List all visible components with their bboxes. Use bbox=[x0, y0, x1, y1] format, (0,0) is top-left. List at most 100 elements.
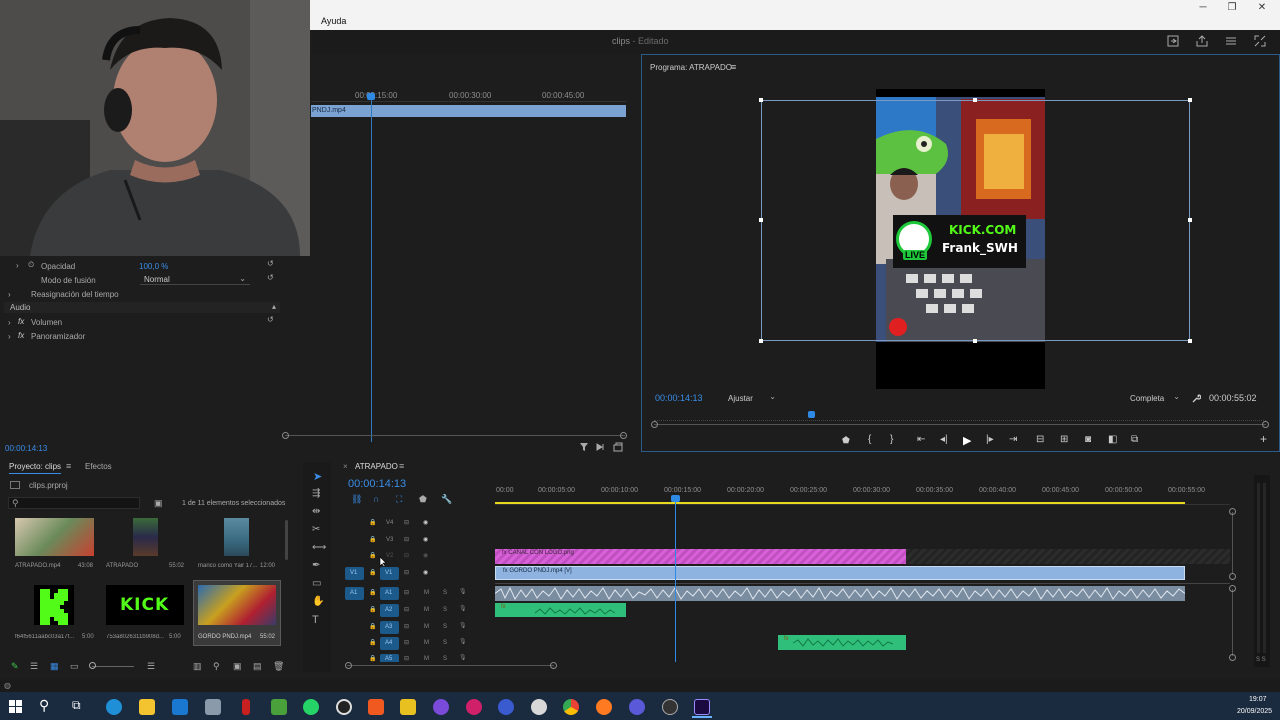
pen-tool-icon[interactable]: ✒ bbox=[312, 560, 320, 571]
solo-button[interactable]: S bbox=[443, 640, 447, 646]
track-target-v1[interactable]: V1 bbox=[380, 567, 399, 580]
solo-button[interactable]: S bbox=[443, 590, 447, 596]
app-white-icon[interactable] bbox=[531, 699, 547, 715]
track-label[interactable]: V4 bbox=[386, 520, 393, 526]
sync-lock-icon[interactable]: ⊟ bbox=[404, 589, 409, 596]
mute-button[interactable]: M bbox=[424, 624, 429, 630]
opacity-value[interactable]: 100,0 % bbox=[139, 262, 168, 271]
chrome-icon[interactable] bbox=[563, 699, 579, 715]
minimize-icon[interactable]: ─ bbox=[1193, 2, 1213, 13]
scroll-handle[interactable] bbox=[1262, 421, 1269, 428]
track-target-a2[interactable]: A2 bbox=[380, 604, 399, 617]
store-icon[interactable] bbox=[205, 699, 221, 715]
whatsapp-icon[interactable] bbox=[303, 699, 319, 715]
transform-handle[interactable] bbox=[759, 339, 763, 343]
automate-icon[interactable]: ▥ bbox=[193, 661, 202, 672]
mute-button[interactable]: M bbox=[424, 656, 429, 662]
play-only-audio-icon[interactable] bbox=[596, 442, 606, 452]
expand-arrow-icon[interactable]: › bbox=[16, 261, 19, 270]
source-patch-a1[interactable]: A1 bbox=[345, 587, 364, 600]
thumbnail-kick-wordmark[interactable]: KICK bbox=[106, 585, 184, 625]
thumbnail-gordo-pndj[interactable] bbox=[198, 585, 276, 625]
import-icon[interactable] bbox=[1167, 35, 1179, 47]
project-search-input[interactable]: ⚲ bbox=[8, 497, 140, 509]
program-timecode[interactable]: 00:00:14:13 bbox=[655, 393, 703, 403]
scroll-handle[interactable] bbox=[345, 662, 352, 669]
eye-icon[interactable]: ◉ bbox=[423, 519, 428, 526]
capcut-icon[interactable] bbox=[336, 699, 352, 715]
nest-icon[interactable]: ⛓ bbox=[351, 494, 362, 505]
reset-icon[interactable]: ↺ bbox=[267, 273, 274, 282]
zoom-slider[interactable] bbox=[92, 666, 134, 667]
mute-button[interactable]: M bbox=[424, 590, 429, 596]
mute-button[interactable]: M bbox=[424, 640, 429, 646]
add-marker-icon[interactable]: ⬟ bbox=[842, 435, 850, 446]
source-scrollbar[interactable] bbox=[285, 435, 625, 436]
notes-icon[interactable] bbox=[400, 699, 416, 715]
panel-menu-icon[interactable]: ≡ bbox=[66, 461, 71, 471]
camera-icon[interactable]: ◙ bbox=[1085, 434, 1091, 445]
close-icon[interactable]: ✕ bbox=[1252, 2, 1272, 13]
panel-menu-icon[interactable]: ≡ bbox=[399, 461, 404, 471]
source-clip[interactable]: PNDJ.mp4 bbox=[311, 105, 626, 117]
fullscreen-icon[interactable] bbox=[1254, 35, 1266, 47]
clock-date[interactable]: 20/09/2025 bbox=[1237, 708, 1272, 715]
lock-icon[interactable]: 🔒 bbox=[369, 589, 376, 596]
mute-button[interactable]: M bbox=[424, 607, 429, 613]
scroll-handle[interactable] bbox=[1229, 508, 1236, 515]
eye-icon[interactable]: ◉ bbox=[423, 536, 428, 543]
proxy-icon[interactable]: ⧉ bbox=[1131, 434, 1138, 445]
track-target-a4[interactable]: A4 bbox=[380, 637, 399, 650]
minecraft-icon[interactable] bbox=[271, 699, 287, 715]
microphone-icon[interactable]: 🎙 bbox=[459, 588, 467, 595]
linked-selection-icon[interactable]: ⛶ bbox=[396, 494, 402, 505]
track-label[interactable]: V3 bbox=[386, 537, 393, 543]
panel-menu-icon[interactable]: ≡ bbox=[731, 62, 736, 72]
firefox-icon[interactable] bbox=[596, 699, 612, 715]
eye-icon[interactable]: ◉ bbox=[423, 569, 428, 576]
slip-tool-icon[interactable]: ⟷ bbox=[312, 542, 326, 553]
timeline-playhead-handle[interactable] bbox=[671, 495, 680, 502]
rectangle-tool-icon[interactable]: ▭ bbox=[312, 578, 321, 589]
thumbnail-atrapado-mp4[interactable] bbox=[15, 518, 94, 556]
microphone-icon[interactable]: 🎙 bbox=[459, 605, 467, 612]
sort-icon[interactable]: ☰ bbox=[147, 661, 155, 672]
effects-timecode[interactable]: 00:00:14:13 bbox=[5, 444, 47, 453]
edge-icon[interactable] bbox=[106, 699, 122, 715]
zoom-slider-handle[interactable] bbox=[89, 662, 96, 669]
go-to-in-icon[interactable]: ⇤ bbox=[917, 434, 925, 445]
obs-icon[interactable] bbox=[433, 699, 449, 715]
scroll-handle[interactable] bbox=[282, 432, 289, 439]
menu-help[interactable]: Ayuda bbox=[321, 16, 346, 26]
app-blue-icon[interactable] bbox=[498, 699, 514, 715]
opera-icon[interactable] bbox=[466, 699, 482, 715]
search-icon[interactable]: ⚲ bbox=[39, 697, 49, 714]
blend-mode-select[interactable]: Normal ⌄ bbox=[140, 273, 250, 285]
transform-handle[interactable] bbox=[973, 339, 977, 343]
tab-effects[interactable]: Efectos bbox=[85, 462, 112, 471]
tab-project[interactable]: Proyecto: clips bbox=[9, 462, 62, 474]
scroll-handle[interactable] bbox=[620, 432, 627, 439]
mark-in-icon[interactable]: { bbox=[868, 434, 871, 445]
sync-lock-icon[interactable]: ⊟ bbox=[404, 519, 409, 526]
reset-icon[interactable]: ↺ bbox=[267, 259, 274, 268]
hand-tool-icon[interactable]: ✋ bbox=[312, 596, 324, 607]
sync-lock-icon[interactable]: ⊟ bbox=[404, 569, 409, 576]
comparison-view-icon[interactable]: ◧ bbox=[1108, 434, 1117, 445]
add-button-icon[interactable]: + bbox=[1260, 432, 1267, 446]
thumbnail-atrapado-sequence[interactable] bbox=[133, 518, 158, 556]
task-view-icon[interactable]: ⧉ bbox=[72, 698, 81, 713]
export-frame-icon[interactable] bbox=[613, 442, 623, 452]
restore-icon[interactable]: ❐ bbox=[1222, 2, 1242, 13]
transform-bounding-box[interactable] bbox=[761, 100, 1190, 341]
freeform-view-icon[interactable]: ▭ bbox=[70, 661, 79, 672]
eye-icon[interactable]: ◉ bbox=[423, 552, 428, 559]
sequence-tab[interactable]: ATRAPADO bbox=[355, 462, 398, 471]
icon-view-icon[interactable]: ▦ bbox=[50, 661, 59, 672]
type-tool-icon[interactable]: T bbox=[312, 614, 319, 626]
filter-icon[interactable] bbox=[579, 442, 589, 452]
file-explorer-icon[interactable] bbox=[139, 699, 155, 715]
solo-button[interactable]: S bbox=[443, 607, 447, 613]
source-patch-v1[interactable]: V1 bbox=[345, 567, 364, 580]
stopwatch-icon[interactable]: ⏲ bbox=[28, 260, 34, 270]
